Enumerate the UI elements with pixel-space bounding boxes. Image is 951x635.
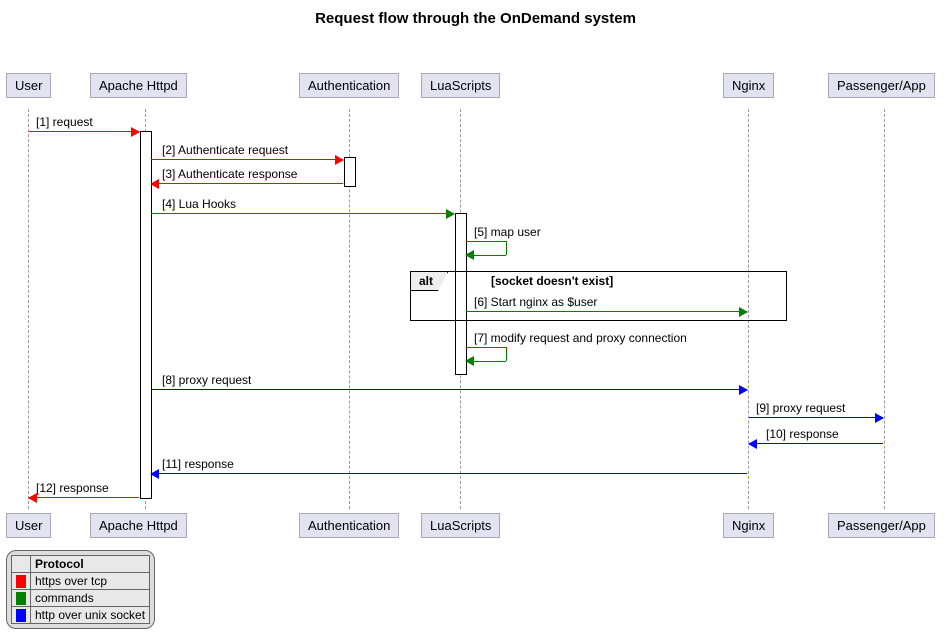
legend-row-0: https over tcp <box>31 573 150 590</box>
legend: Protocol https over tcp commands http ov… <box>6 550 155 629</box>
participant-lua-bottom: LuaScripts <box>421 513 500 538</box>
alt-label: alt <box>411 272 448 291</box>
msg-10-label: [10] response <box>766 427 839 441</box>
msg-7-arrow <box>466 347 506 361</box>
msg-8-arrow <box>151 389 747 390</box>
participant-auth-bottom: Authentication <box>299 513 399 538</box>
msg-3-label: [3] Authenticate response <box>162 167 297 181</box>
msg-12-label: [12] response <box>36 481 109 495</box>
swatch-red <box>16 575 26 588</box>
participant-passenger-top: Passenger/App <box>828 73 935 98</box>
msg-3-arrow <box>151 183 343 184</box>
legend-row-2: http over unix socket <box>31 607 150 624</box>
msg-4-arrow <box>151 213 454 214</box>
msg-9-arrow <box>749 417 883 418</box>
msg-6-arrow <box>466 311 747 312</box>
alt-condition: [socket doesn't exist] <box>491 274 613 288</box>
swatch-blue <box>16 609 26 622</box>
lifeline-passenger <box>884 109 885 509</box>
legend-title: Protocol <box>31 556 150 573</box>
sequence-diagram: User Apache Httpd Authentication LuaScri… <box>0 33 951 553</box>
participant-lua-top: LuaScripts <box>421 73 500 98</box>
msg-1-label: [1] request <box>36 115 93 129</box>
participant-passenger-bottom: Passenger/App <box>828 513 935 538</box>
msg-9-label: [9] proxy request <box>756 401 845 415</box>
participant-nginx-bottom: Nginx <box>723 513 774 538</box>
msg-1-arrow <box>29 131 139 132</box>
participant-auth-top: Authentication <box>299 73 399 98</box>
msg-11-label: [11] response <box>162 457 234 471</box>
msg-5-arrow <box>466 241 506 255</box>
msg-8-label: [8] proxy request <box>162 373 251 387</box>
participant-apache-bottom: Apache Httpd <box>90 513 187 538</box>
msg-2-arrow <box>151 159 343 160</box>
lifeline-user <box>28 109 29 509</box>
participant-user-bottom: User <box>6 513 51 538</box>
msg-6-label: [6] Start nginx as $user <box>474 295 597 309</box>
participant-nginx-top: Nginx <box>723 73 774 98</box>
msg-12-arrow <box>29 497 139 498</box>
msg-11-arrow <box>151 473 747 474</box>
participant-apache-top: Apache Httpd <box>90 73 187 98</box>
msg-2-label: [2] Authenticate request <box>162 143 288 157</box>
alt-frame: alt [socket doesn't exist] <box>410 271 787 321</box>
msg-5-label: [5] map user <box>474 225 541 239</box>
diagram-title: Request flow through the OnDemand system <box>0 0 951 33</box>
msg-4-label: [4] Lua Hooks <box>162 197 236 211</box>
participant-user-top: User <box>6 73 51 98</box>
swatch-green <box>16 592 26 605</box>
msg-10-arrow <box>749 443 883 444</box>
msg-7-label: [7] modify request and proxy connection <box>474 331 687 345</box>
activation-auth <box>344 157 356 187</box>
legend-row-1: commands <box>31 590 150 607</box>
